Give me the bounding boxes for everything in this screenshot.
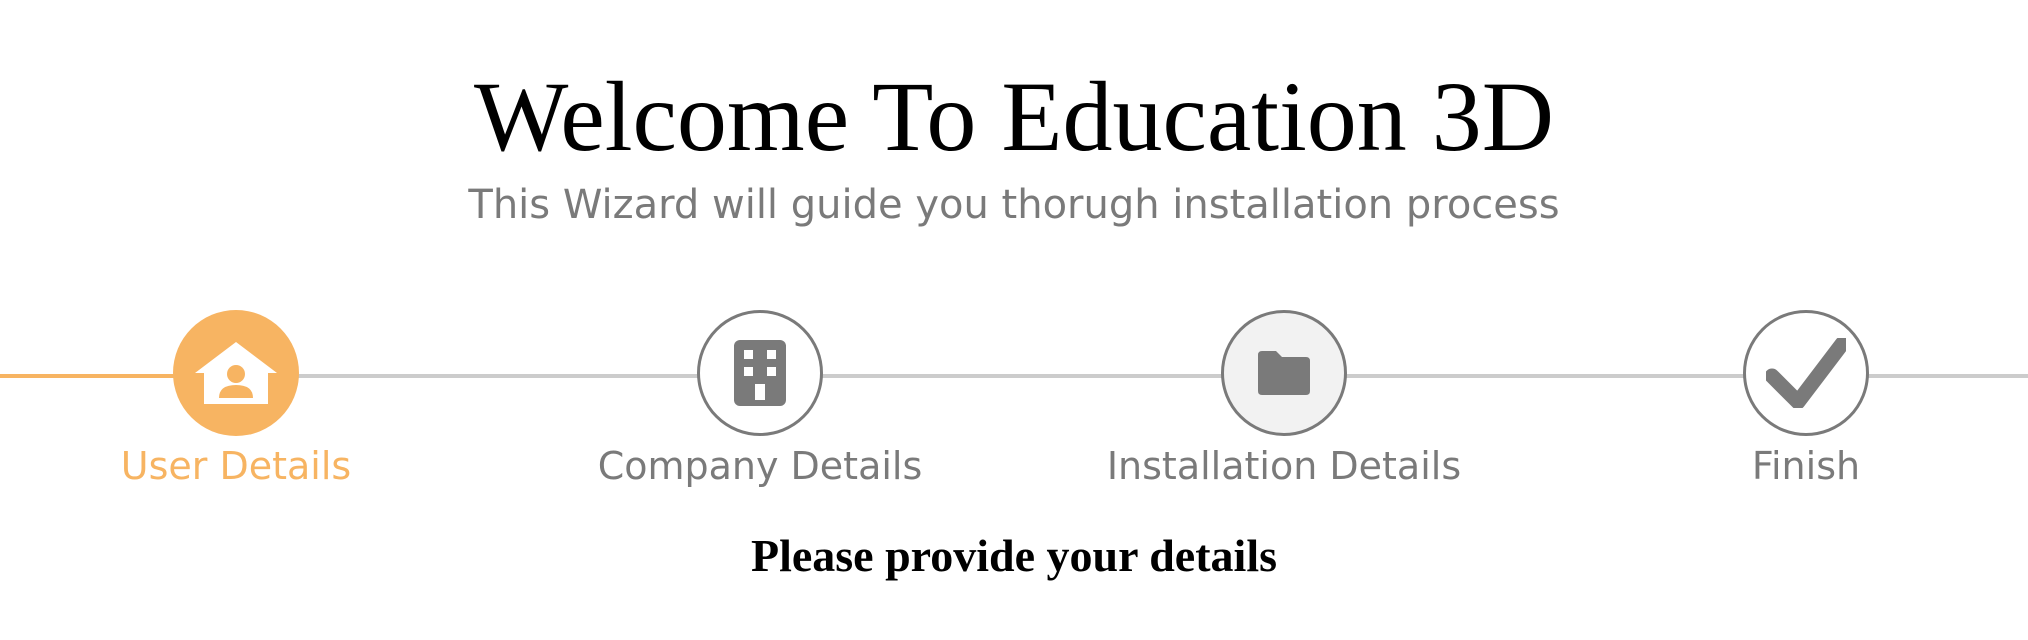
step-label-company-details: Company Details [597, 444, 923, 488]
form-prompt: Please provide your details [750, 530, 1277, 581]
step-circle-finish[interactable] [1743, 310, 1869, 436]
user-home-icon [195, 342, 277, 404]
step-label-user-details: User Details [120, 444, 352, 488]
progress-track [0, 374, 2028, 378]
step-label-finish: Finish [1751, 444, 1861, 488]
step-label-installation-details: Installation Details [1106, 444, 1462, 488]
step-circle-installation-details[interactable] [1221, 310, 1347, 436]
building-icon [734, 340, 786, 406]
page-subtitle: This Wizard will guide you thorugh insta… [468, 182, 1560, 228]
folder-icon [1258, 351, 1310, 395]
page-title: Welcome To Education 3D [473, 61, 1555, 172]
checkmark-icon [1766, 338, 1846, 408]
step-circle-user-details[interactable] [173, 310, 299, 436]
step-circle-company-details[interactable] [697, 310, 823, 436]
